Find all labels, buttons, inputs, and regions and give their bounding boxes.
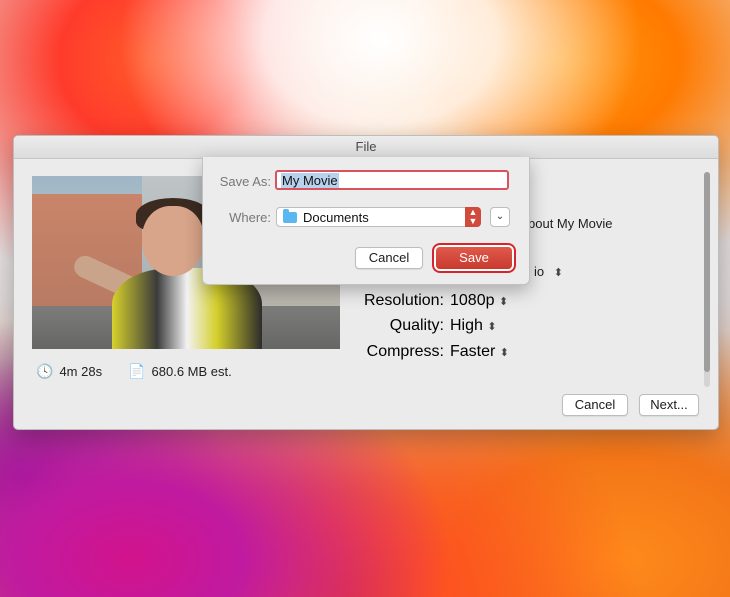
where-value: Documents (303, 209, 369, 225)
cancel-button[interactable]: Cancel (562, 394, 628, 416)
quality-row: Quality: High ⬍ (344, 317, 497, 335)
quality-popup[interactable]: High ⬍ (450, 317, 497, 335)
save-as-label: Save As: (219, 174, 271, 189)
clock-icon: 🕓 (36, 363, 54, 379)
stepper-icon: ⬍ (487, 321, 497, 333)
next-button[interactable]: Next... (639, 394, 699, 416)
compress-popup[interactable]: Faster ⬍ (450, 343, 509, 361)
save-sheet: Save As: My Movie Where: Documents ▲ ▼ ⌄ … (202, 157, 530, 285)
save-as-value: My Movie (281, 173, 339, 188)
quality-label: Quality: (389, 317, 444, 334)
save-as-input[interactable]: My Movie (275, 170, 509, 190)
stepper-icon: ⬍ (498, 296, 509, 308)
scrollbar-thumb[interactable] (704, 172, 710, 372)
duration-text: 4m 28s (59, 364, 103, 379)
compress-row: Compress: Faster ⬍ (344, 343, 509, 361)
save-button[interactable]: Save (436, 247, 512, 269)
resolution-label: Resolution: (363, 292, 444, 309)
document-icon: 📄 (128, 363, 146, 379)
resolution-row: Resolution: 1080p ⬍ (344, 292, 508, 310)
size-estimate: 680.6 MB est. (151, 364, 232, 379)
stepper-icon: ⬍ (553, 267, 563, 279)
format-popup-value: io (534, 264, 545, 279)
stepper-icon: ⬍ (499, 347, 510, 359)
chevron-down-icon: ⌄ (495, 211, 505, 222)
description-text: bout My Movie (528, 216, 613, 231)
compress-label: Compress: (366, 343, 444, 360)
popup-arrows-icon: ▲ ▼ (465, 207, 481, 227)
where-label: Where: (229, 210, 271, 225)
format-popup[interactable]: io ⬍ (534, 264, 563, 279)
window-title: File (14, 136, 718, 159)
resolution-popup[interactable]: 1080p ⬍ (450, 292, 508, 310)
folder-icon (283, 208, 297, 223)
expand-button[interactable]: ⌄ (490, 207, 510, 227)
sheet-cancel-button[interactable]: Cancel (355, 247, 423, 269)
where-popup[interactable]: Documents ▲ ▼ (276, 207, 481, 227)
video-meta: 🕓 4m 28s 📄 680.6 MB est. (36, 363, 232, 380)
